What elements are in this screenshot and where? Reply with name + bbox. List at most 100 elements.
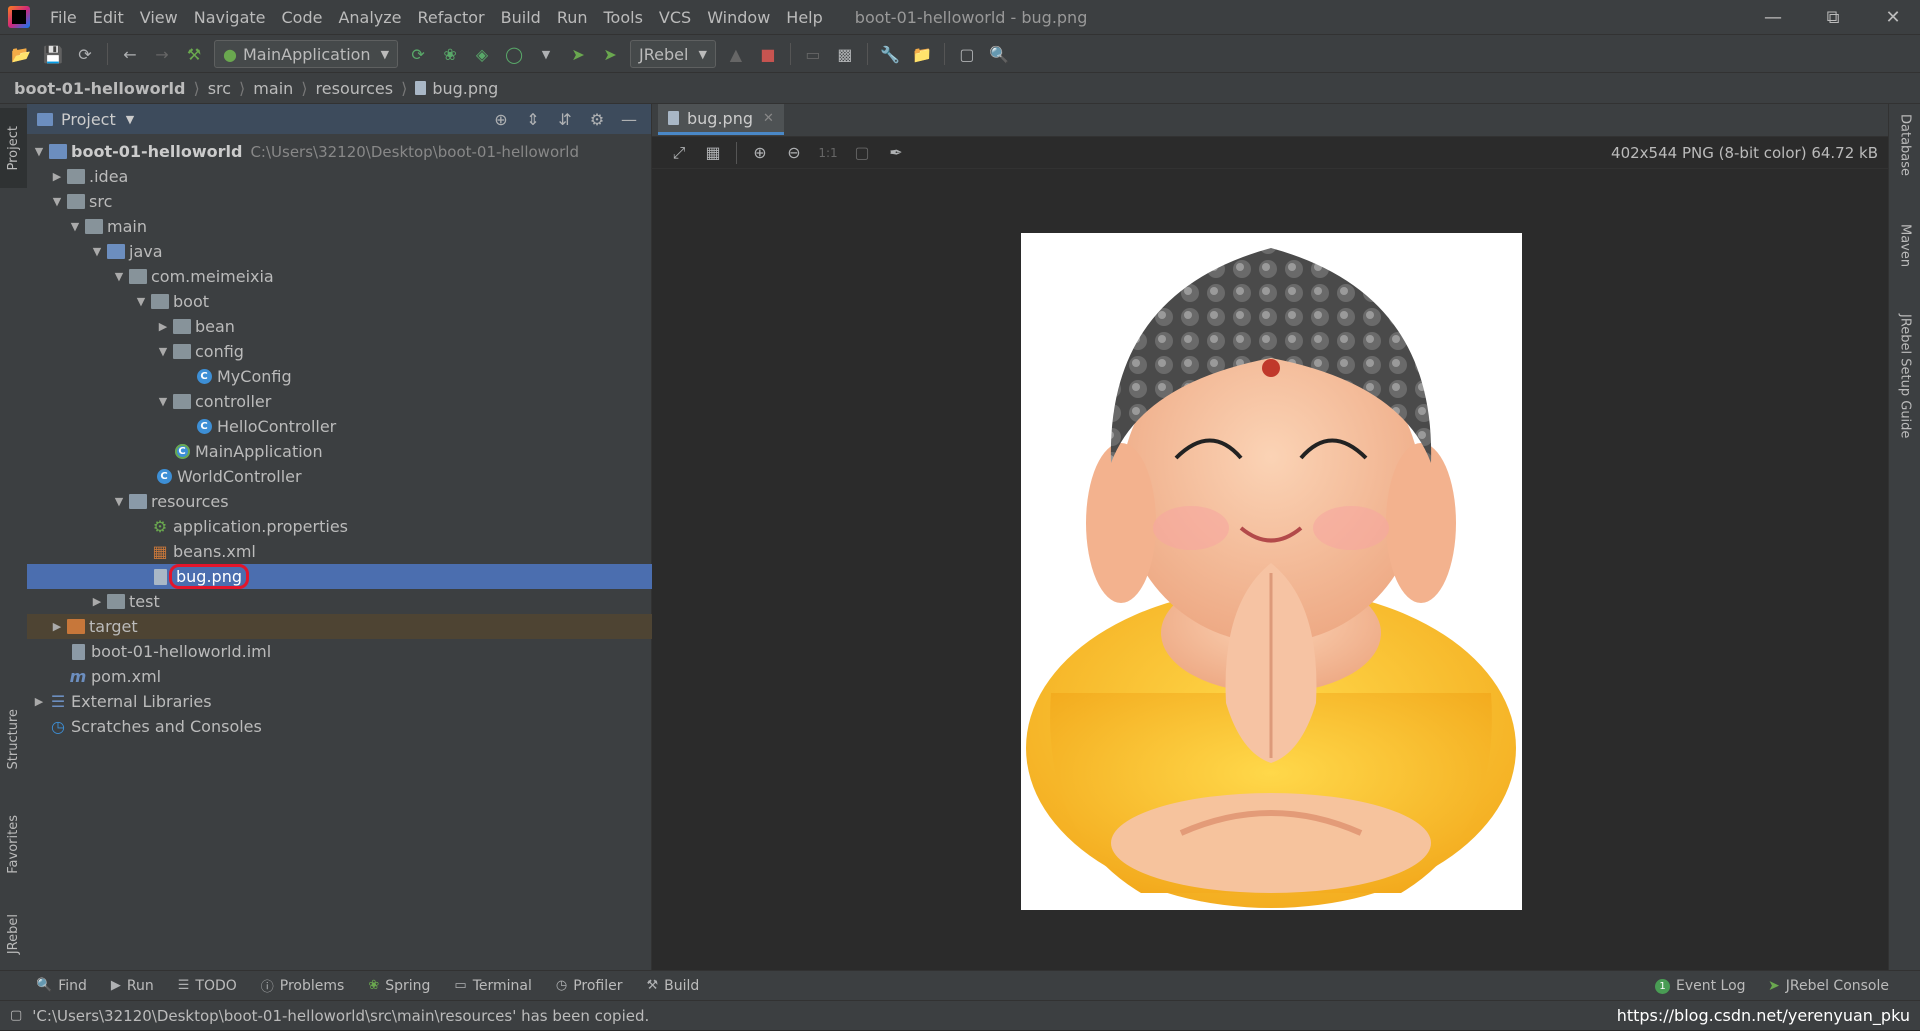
jrebel-dropdown[interactable]: JRebel ▼	[630, 40, 716, 68]
fit-to-window-icon[interactable]: ⤢	[665, 140, 693, 166]
chevron-down-icon[interactable]: ▼	[111, 270, 127, 283]
jrebel-console-button[interactable]: ➤ JRebel Console	[1768, 971, 1889, 1001]
close-window-button[interactable]: ✕	[1866, 0, 1920, 34]
favorites-tool-tab[interactable]: Favorites	[0, 799, 27, 889]
chevron-right-icon[interactable]: ▶	[155, 320, 171, 333]
chevron-right-icon[interactable]: ▶	[49, 620, 65, 633]
jrebel-debug-icon[interactable]: ➤	[597, 41, 623, 67]
hide-panel-icon[interactable]: —	[613, 110, 645, 129]
terminal-tool-button[interactable]: ▭ Terminal	[454, 978, 531, 994]
menu-file[interactable]: File	[42, 8, 85, 27]
chevron-down-icon[interactable]: ▼	[67, 220, 83, 233]
breadcrumb-src[interactable]: src	[208, 79, 231, 98]
jrebel-tool-tab[interactable]: JRebel	[0, 899, 27, 969]
find-tool-button[interactable]: 🔍 Find	[36, 978, 87, 994]
tree-row[interactable]: ▼ resources	[27, 489, 735, 514]
open-folder-icon[interactable]: 📂	[8, 41, 34, 67]
save-all-icon[interactable]: 💾	[40, 41, 66, 67]
menu-view[interactable]: View	[132, 8, 186, 27]
tree-row[interactable]: ◷ Scratches and Consoles	[27, 714, 671, 739]
zoom-in-icon[interactable]: ⊕	[746, 140, 774, 166]
chessboard-icon[interactable]: ▢	[848, 140, 876, 166]
chevron-down-icon[interactable]: ▼	[133, 295, 149, 308]
breadcrumb-project[interactable]: boot-01-helloworld	[14, 79, 185, 98]
menu-window[interactable]: Window	[699, 8, 778, 27]
tree-row[interactable]: ▼ boot-01-helloworld C:\Users\32120\Desk…	[27, 139, 655, 164]
forward-arrow-icon[interactable]: →	[149, 41, 175, 67]
project-structure-icon[interactable]: 📁	[909, 41, 935, 67]
structure-tool-tab[interactable]: Structure	[0, 694, 27, 784]
chevron-down-icon[interactable]: ▼	[89, 245, 105, 258]
search-icon[interactable]: 🔍	[986, 41, 1012, 67]
chevron-right-icon[interactable]: ▶	[49, 170, 65, 183]
tree-row[interactable]: ▶ .idea	[27, 164, 673, 189]
menu-analyze[interactable]: Analyze	[330, 8, 409, 27]
presentation-icon[interactable]: ▢	[954, 41, 980, 67]
chevron-down-icon[interactable]: ▼	[111, 495, 127, 508]
chevron-down-icon[interactable]: ▼	[155, 395, 171, 408]
attach-icon[interactable]: ▲	[723, 41, 749, 67]
profiler-tool-button[interactable]: ◷ Profiler	[556, 978, 623, 994]
tree-row[interactable]: ▶ ☰ External Libraries	[27, 689, 655, 714]
menu-tools[interactable]: Tools	[596, 8, 651, 27]
jrebel-run-icon[interactable]: ➤	[565, 41, 591, 67]
chevron-right-icon[interactable]: ▶	[31, 695, 47, 708]
chevron-down-icon[interactable]: ▼	[155, 345, 171, 358]
project-tool-tab[interactable]: Project	[0, 108, 27, 188]
tree-row[interactable]: ▶ test	[27, 589, 713, 614]
settings-wrench-icon[interactable]: 🔧	[877, 41, 903, 67]
coverage-icon[interactable]: ◈	[469, 41, 495, 67]
intellij-logo-icon[interactable]	[8, 6, 30, 28]
restore-button[interactable]: ⧉	[1806, 0, 1860, 34]
color-picker-icon[interactable]: ✒	[882, 140, 910, 166]
editor-tab-bug-png[interactable]: bug.png ✕	[658, 104, 784, 135]
breadcrumb-main[interactable]: main	[253, 79, 293, 98]
sync-icon[interactable]: ⟳	[72, 41, 98, 67]
tree-row[interactable]: ▼ java	[27, 239, 713, 264]
chevron-down-icon[interactable]: ▼	[49, 195, 65, 208]
maven-tool-tab[interactable]: Maven	[1889, 224, 1920, 267]
actual-size-button[interactable]: 1:1	[814, 140, 842, 166]
todo-tool-button[interactable]: ☰ TODO	[178, 978, 237, 994]
database-tool-tab[interactable]: Database	[1889, 114, 1920, 176]
spring-tool-button[interactable]: ❀ Spring	[368, 978, 430, 994]
jrebel-setup-guide-tab[interactable]: JRebel Setup Guide	[1889, 314, 1920, 438]
tree-row[interactable]: m pom.xml	[27, 664, 691, 689]
build-tool-button[interactable]: ⚒ Build	[647, 978, 700, 994]
grid-icon[interactable]: ▦	[699, 140, 727, 166]
zoom-out-icon[interactable]: ⊖	[780, 140, 808, 166]
minimize-button[interactable]: —	[1746, 0, 1800, 34]
back-arrow-icon[interactable]: ←	[117, 41, 143, 67]
locate-target-icon[interactable]: ⊕	[485, 110, 517, 129]
rerun-icon[interactable]: ⟳	[405, 41, 431, 67]
menu-edit[interactable]: Edit	[85, 8, 132, 27]
chevron-down-icon[interactable]: ▼	[31, 145, 47, 158]
profile-icon[interactable]: ◯	[501, 41, 527, 67]
close-tab-icon[interactable]: ✕	[763, 111, 774, 126]
expand-all-icon[interactable]: ⇕	[517, 110, 549, 129]
chevron-down-icon[interactable]: ▼	[126, 113, 134, 126]
menu-code[interactable]: Code	[274, 8, 331, 27]
menu-run[interactable]: Run	[549, 8, 596, 27]
collapse-all-icon[interactable]: ⇵	[549, 110, 581, 129]
breadcrumb-file[interactable]: bug.png	[432, 79, 498, 98]
tree-row[interactable]: ▼ boot	[27, 289, 757, 314]
event-log-button[interactable]: 1 Event Log	[1655, 971, 1746, 1001]
tree-row[interactable]: ▼ main	[27, 214, 691, 239]
tree-row[interactable]: boot-01-helloworld.iml	[27, 639, 691, 664]
tree-row[interactable]: ▼ src	[27, 189, 673, 214]
run-tool-button[interactable]: ▶ Run	[111, 978, 154, 994]
sdk-manager-icon[interactable]: ▩	[832, 41, 858, 67]
project-view-selector[interactable]: Project	[61, 110, 116, 129]
device-icon[interactable]: ▭	[800, 41, 826, 67]
status-toggle-icon[interactable]: ▢	[10, 1008, 22, 1023]
debug-bug-icon[interactable]: ❀	[437, 41, 463, 67]
menu-refactor[interactable]: Refactor	[410, 8, 493, 27]
stop-icon[interactable]: ■	[755, 41, 781, 67]
more-run-chevron-icon[interactable]: ▼	[533, 41, 559, 67]
menu-vcs[interactable]: VCS	[651, 8, 699, 27]
tree-row[interactable]: ▶ target	[27, 614, 673, 639]
menu-build[interactable]: Build	[493, 8, 549, 27]
gear-icon[interactable]: ⚙	[581, 110, 613, 129]
tree-row[interactable]: ▼ com.meimeixia	[27, 264, 735, 289]
